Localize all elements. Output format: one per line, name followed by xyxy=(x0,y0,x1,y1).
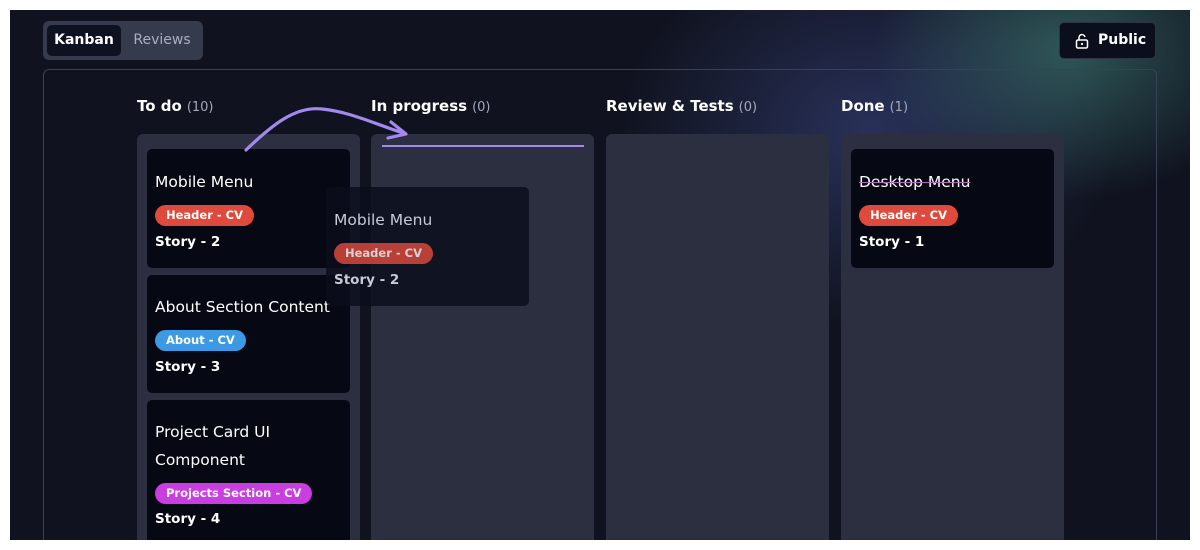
card-title: Mobile Menu xyxy=(334,211,433,229)
column-count: (10) xyxy=(186,100,214,115)
view-tabs: Kanban Reviews xyxy=(43,21,203,60)
column-title: In progress xyxy=(371,97,468,115)
drop-indicator xyxy=(382,145,584,147)
public-button[interactable]: Public xyxy=(1059,22,1156,59)
task-card[interactable]: About Section Content About - CV Story -… xyxy=(147,275,350,393)
card-tag: About - CV xyxy=(155,330,246,351)
column-count: (1) xyxy=(889,100,909,115)
column-header-done: Done (1) xyxy=(841,97,908,115)
card-title: Project Card UI Component xyxy=(155,423,271,469)
card-title: Desktop Menu xyxy=(859,173,971,191)
card-tag: Header - CV xyxy=(859,205,959,226)
column-count: (0) xyxy=(472,100,491,115)
task-card[interactable]: Mobile Menu Header - CV Story - 2 xyxy=(147,149,350,268)
column-title: Done xyxy=(841,97,885,115)
public-button-label: Public xyxy=(1098,32,1147,48)
card-story: Story - 2 xyxy=(334,272,400,288)
dragging-card-preview[interactable]: Mobile Menu Header - CV Story - 2 xyxy=(326,187,529,306)
column-review-tests[interactable] xyxy=(606,134,829,540)
column-title: To do xyxy=(137,97,182,115)
card-story: Story - 1 xyxy=(859,234,925,250)
column-header-todo: To do (10) xyxy=(137,97,214,115)
kanban-app: Kanban Reviews Public To do (10) In progr… xyxy=(10,10,1190,540)
unlock-icon xyxy=(1075,33,1089,49)
task-card[interactable]: Desktop Menu Header - CV Story - 1 xyxy=(851,149,1054,268)
column-count: (0) xyxy=(738,100,758,115)
tab-kanban[interactable]: Kanban xyxy=(47,25,121,56)
card-story: Story - 2 xyxy=(155,234,221,250)
column-title: Review & Tests xyxy=(606,97,734,115)
card-title: About Section Content xyxy=(155,298,330,316)
card-tag: Projects Section - CV xyxy=(155,483,313,504)
column-done[interactable]: Desktop Menu Header - CV Story - 1 xyxy=(841,134,1064,540)
card-tag: Header - CV xyxy=(334,243,434,264)
card-tag: Header - CV xyxy=(155,205,255,226)
column-header-in-progress: In progress (0) xyxy=(371,97,491,115)
card-story: Story - 4 xyxy=(155,511,221,527)
card-story: Story - 3 xyxy=(155,359,221,375)
tab-reviews[interactable]: Reviews xyxy=(125,25,199,56)
column-header-review-tests: Review & Tests (0) xyxy=(606,97,757,115)
card-title: Mobile Menu xyxy=(155,173,254,191)
task-card[interactable]: Project Card UI Component Projects Secti… xyxy=(147,400,350,540)
